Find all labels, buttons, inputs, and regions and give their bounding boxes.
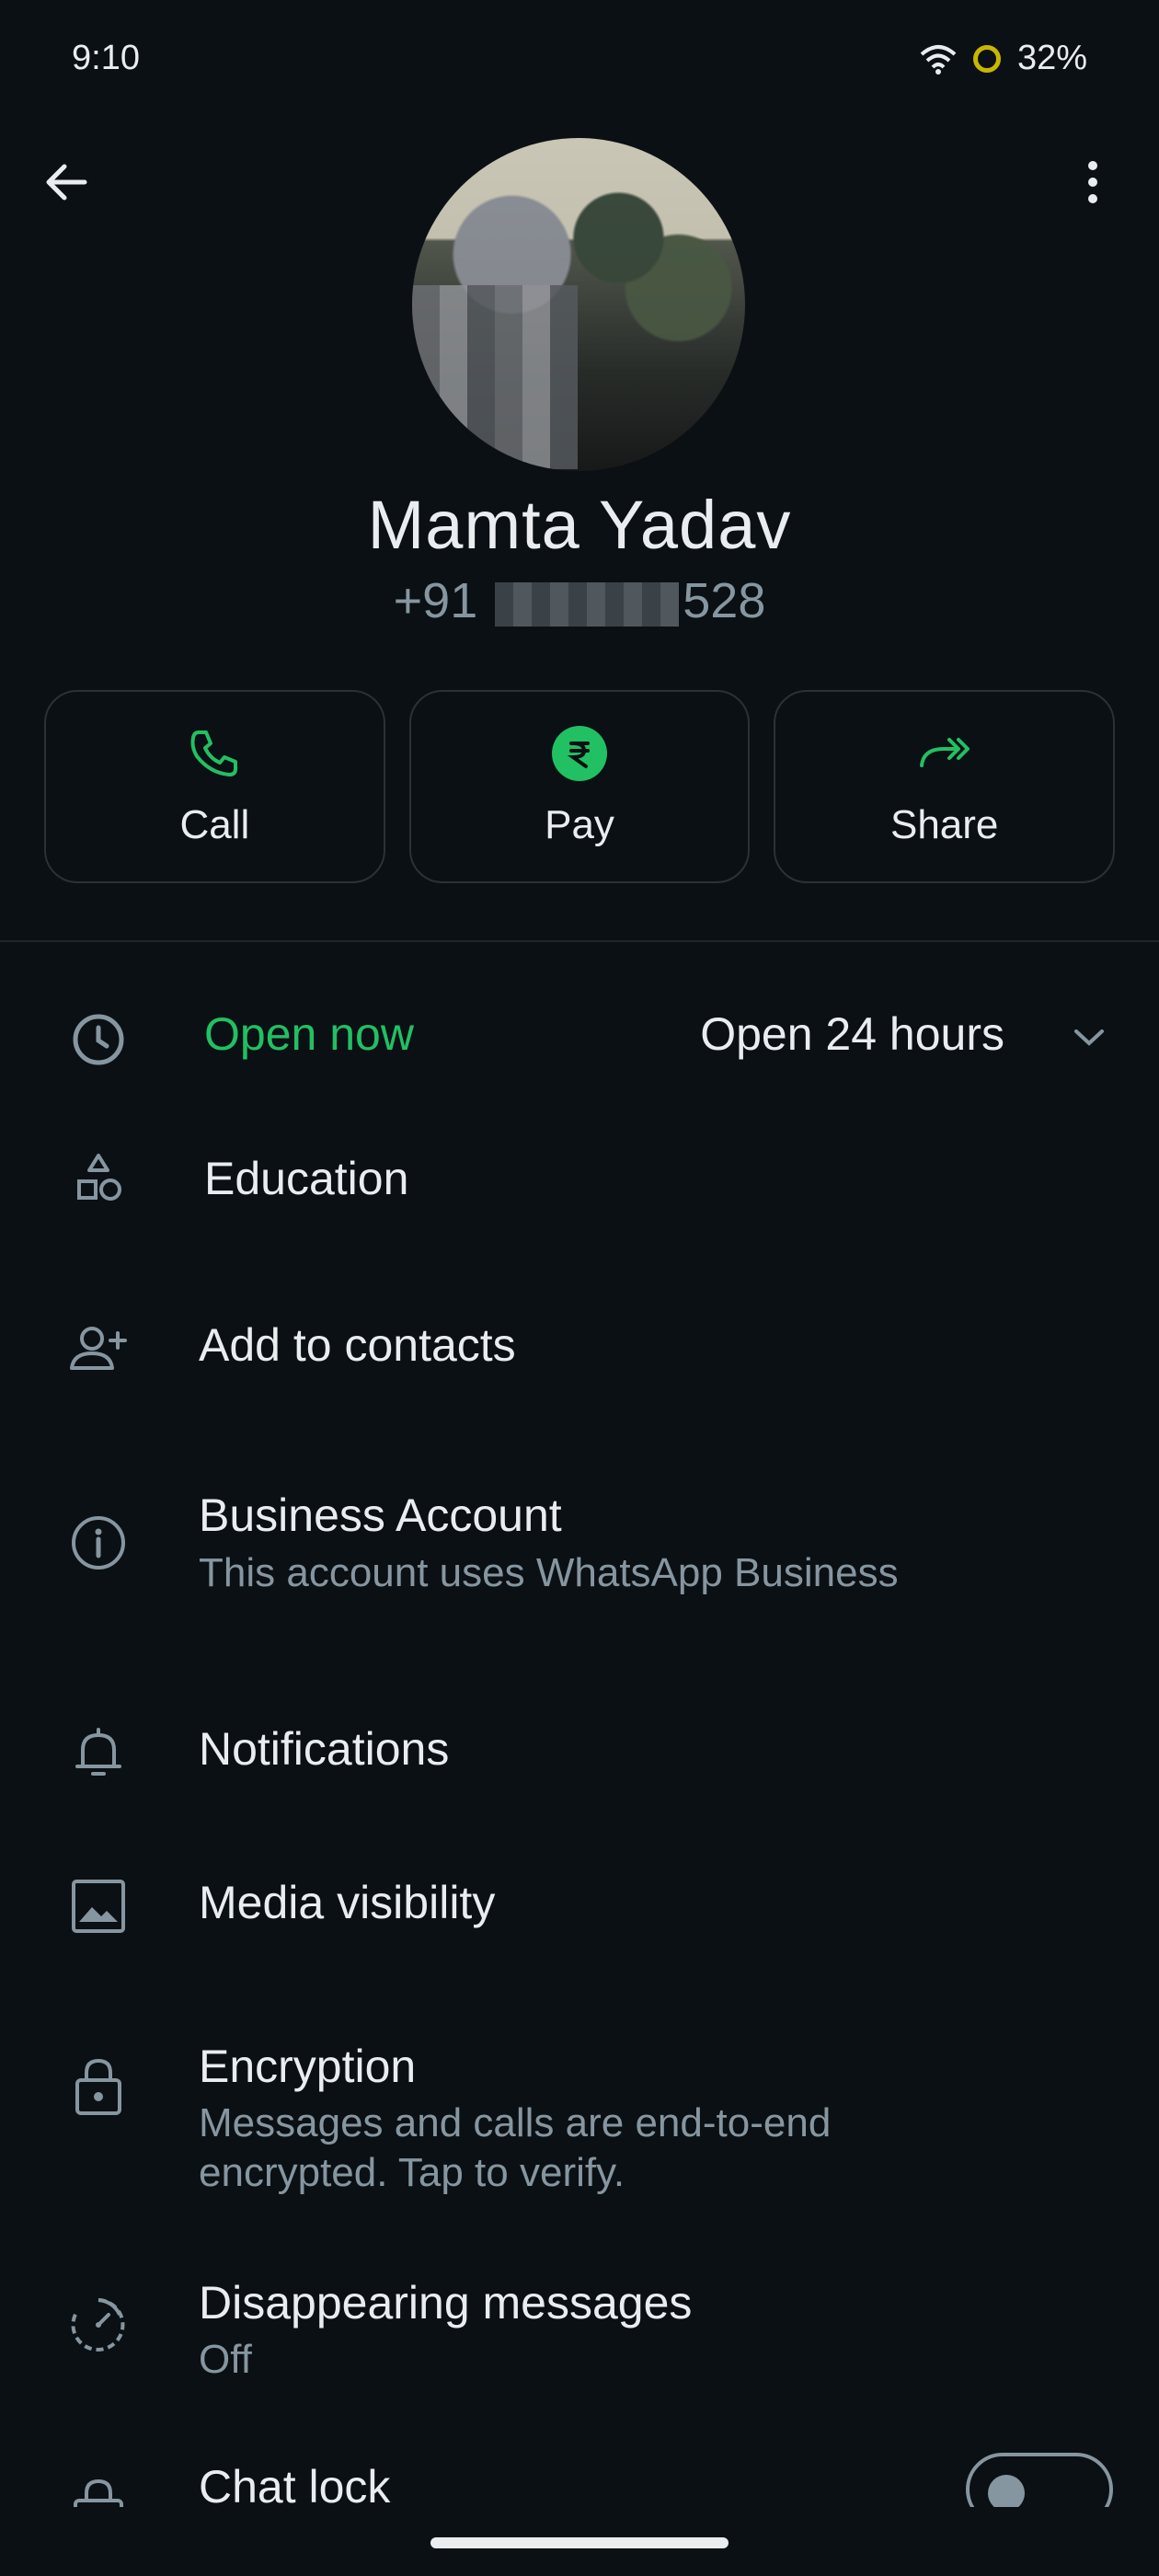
encryption-row[interactable]: Encryption Messages and calls are end-to… xyxy=(0,2038,1159,2203)
call-button[interactable]: Call xyxy=(44,690,385,883)
disappearing-messages-row[interactable]: Disappearing messages Off xyxy=(0,2272,1159,2401)
category-shapes-icon xyxy=(77,1154,121,1201)
home-indicator[interactable] xyxy=(430,2537,729,2548)
encryption-subtitle-line2: encrypted. Tap to verify. xyxy=(199,2150,625,2195)
add-to-contacts-row[interactable]: Add to contacts xyxy=(0,1302,1159,1394)
more-options-icon[interactable] xyxy=(1065,155,1120,210)
business-hours-row[interactable]: Open now Open 24 hours xyxy=(0,998,1159,1090)
rupee-icon xyxy=(552,726,607,781)
notifications-row[interactable]: Notifications xyxy=(0,1709,1159,1801)
chat-lock-title: Chat lock xyxy=(199,2461,391,2513)
add-contact-icon xyxy=(70,1327,127,1370)
timer-icon xyxy=(71,2298,125,2352)
encryption-title: Encryption xyxy=(199,2041,417,2092)
business-account-subtitle: This account uses WhatsApp Business xyxy=(199,1550,899,1595)
battery-icon xyxy=(972,44,1001,73)
contact-name: Mamta Yadav xyxy=(367,487,792,563)
lock-icon xyxy=(75,2058,121,2115)
clock-icon xyxy=(73,1014,124,1065)
encryption-subtitle-line1: Messages and calls are end-to-end xyxy=(199,2100,832,2145)
category-label: Education xyxy=(204,1153,409,1204)
media-visibility-row[interactable]: Media visibility xyxy=(0,1863,1159,1955)
info-icon xyxy=(72,1516,125,1570)
status-indicators: 32% xyxy=(920,39,1087,78)
avatar[interactable] xyxy=(412,138,745,471)
bell-icon xyxy=(75,1728,121,1776)
media-visibility-label: Media visibility xyxy=(199,1877,496,1928)
phone-icon xyxy=(190,730,238,776)
share-button[interactable]: Share xyxy=(774,690,1116,883)
open-now-status: Open now xyxy=(204,1008,414,1060)
notifications-label: Notifications xyxy=(199,1723,450,1775)
contact-phone: +91 528 xyxy=(0,572,1159,629)
pay-button[interactable]: Pay xyxy=(408,690,751,883)
divider xyxy=(0,940,1159,942)
open-hours: Open 24 hours xyxy=(700,1008,1004,1060)
disappearing-messages-title: Disappearing messages xyxy=(199,2277,693,2329)
category-row: Education xyxy=(0,1139,1159,1231)
back-arrow-icon[interactable] xyxy=(39,155,94,210)
share-label: Share xyxy=(889,802,999,847)
phone-prefix: +91 xyxy=(393,573,478,628)
add-to-contacts-label: Add to contacts xyxy=(199,1319,516,1371)
share-icon xyxy=(919,738,970,767)
phone-suffix: 528 xyxy=(683,573,766,628)
wifi-icon xyxy=(920,44,957,75)
status-time: 9:10 xyxy=(72,39,140,77)
business-account-row[interactable]: Business Account This account uses Whats… xyxy=(0,1481,1159,1619)
toggle-knob xyxy=(988,2475,1025,2512)
phone-redacted xyxy=(495,581,680,627)
battery-level: 32% xyxy=(1016,39,1087,77)
business-account-title: Business Account xyxy=(199,1489,562,1541)
image-icon xyxy=(72,1880,125,1933)
pay-label: Pay xyxy=(545,802,614,847)
call-label: Call xyxy=(179,802,250,847)
chevron-down-icon[interactable] xyxy=(1067,1015,1111,1059)
disappearing-messages-value: Off xyxy=(199,2337,252,2382)
action-buttons: Call Pay Share xyxy=(44,690,1116,883)
